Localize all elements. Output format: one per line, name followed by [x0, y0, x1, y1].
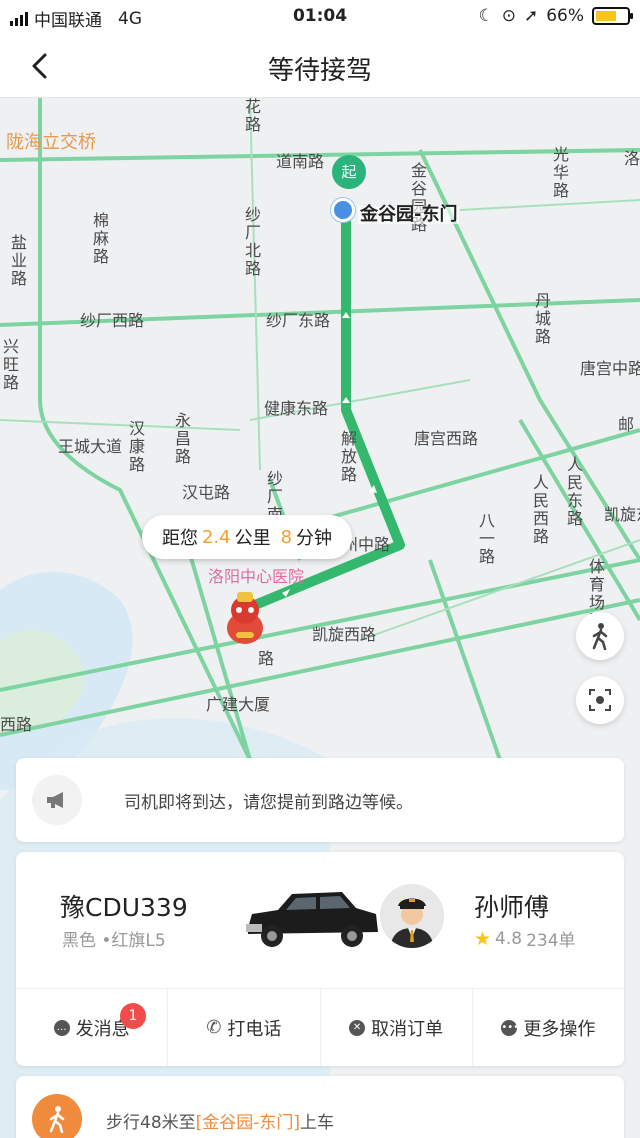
- driver-name: 孙师傅: [474, 893, 550, 922]
- map-label-luo: 洛: [624, 149, 640, 168]
- distance-value: 2.4: [201, 526, 231, 548]
- more-actions-button[interactable]: ••• 更多操作: [473, 989, 624, 1066]
- map-label-guanghua: 光华路: [552, 145, 569, 200]
- car-image: [246, 892, 378, 947]
- car-model: •红旗L5: [101, 931, 166, 951]
- status-bar: 中国联通 4G 01:04 ☾ ⊙ ➚ 66%: [0, 0, 640, 34]
- start-pin[interactable]: 起: [332, 155, 366, 189]
- message-badge: 1: [120, 1003, 146, 1029]
- walking-person-icon: [592, 623, 608, 650]
- map-label-bayi: 八一路: [478, 511, 495, 566]
- map-label-you: 邮: [618, 415, 635, 434]
- more-icon: •••: [501, 1019, 519, 1036]
- map-label-jiefang: 解放路: [340, 429, 357, 484]
- map-label-longhai: 陇海立交桥: [6, 132, 96, 153]
- send-message-button[interactable]: … 发消息 1: [16, 989, 169, 1066]
- map-label-hantun: 汉屯路: [182, 483, 231, 502]
- map-label-xilu: 西路: [0, 715, 33, 734]
- page-title: 等待接驾: [267, 56, 372, 86]
- driver-avatar-icon: [380, 884, 444, 948]
- map-label-hospital: 洛阳中心医院: [208, 567, 305, 586]
- moon-icon: ☾: [478, 6, 494, 26]
- map-label-lu: 路: [258, 649, 275, 668]
- current-location-dot: [331, 198, 355, 222]
- map-label-kaixuan-dong: 凯旋东路: [604, 505, 640, 524]
- battery-percent: 66%: [546, 6, 584, 26]
- notice-card: 司机即将到达，请您提前到路边等候。: [16, 758, 624, 842]
- rating-value: 4.8: [495, 928, 523, 949]
- nav-bar: 等待接驾: [0, 34, 640, 98]
- plate-number: 豫CDU339: [60, 893, 188, 922]
- order-count: 234单: [526, 931, 576, 951]
- map-label-tanggong-xi: 唐宫西路: [414, 429, 479, 448]
- megaphone-icon: [32, 775, 82, 825]
- driver-card: 豫CDU339 黑色 •红旗L5 孙师傅 ★ 4.8 234单 … 发消息 1 …: [16, 852, 624, 1066]
- distance-bubble: 距您 2.4 公里 8 分钟: [142, 515, 352, 559]
- walk-place: [金谷园-东门]: [195, 1113, 301, 1133]
- call-label: 打电话: [227, 1018, 282, 1040]
- status-right: ☾ ⊙ ➚ 66%: [478, 6, 633, 26]
- walk-card[interactable]: 步行48米至[金谷园-东门]上车: [16, 1076, 624, 1138]
- map-label-yanye: 盐业路: [10, 233, 27, 288]
- locate-crosshair-icon: [589, 689, 611, 711]
- map-label-shachang-dong: 纱厂东路: [266, 311, 331, 330]
- destination-label: 金谷园-东门: [358, 204, 460, 225]
- map-label-mianma: 棉麻路: [92, 211, 109, 266]
- distance-prefix: 距您: [161, 528, 198, 549]
- map-label-huahua: 花路: [244, 98, 261, 134]
- notice-text: 司机即将到达，请您提前到路边等候。: [124, 792, 413, 813]
- star-icon: ★: [474, 927, 492, 950]
- battery-icon: [592, 7, 633, 25]
- walk-prefix: 步行48米至: [106, 1113, 196, 1133]
- driver-actions: … 发消息 1 ✆ 打电话 ✕ 取消订单 ••• 更多操作: [16, 989, 624, 1066]
- map-label-daonan: 道南路: [276, 152, 325, 171]
- locate-button[interactable]: [576, 676, 624, 724]
- cancel-order-label: 取消订单: [371, 1018, 444, 1040]
- lion-car-marker-icon: [227, 592, 263, 644]
- message-icon: …: [53, 1019, 70, 1036]
- map-label-yongchang: 永昌路: [174, 411, 191, 466]
- map-label-jiankang-dong: 健康东路: [264, 399, 329, 418]
- driver-rating: ★ 4.8 234单: [474, 926, 576, 952]
- car-color: 黑色: [62, 931, 96, 951]
- eta-value: 8: [280, 526, 293, 548]
- walking-person-icon: [32, 1094, 82, 1138]
- phone-icon: ✆: [206, 1017, 222, 1038]
- driver-avatar[interactable]: [378, 882, 446, 950]
- cancel-icon: ✕: [349, 1019, 366, 1036]
- map-label-tanggong-zhong: 唐宫中路: [580, 359, 640, 378]
- more-actions-label: 更多操作: [523, 1018, 596, 1040]
- eta-unit: 分钟: [296, 528, 333, 549]
- walk-instruction: 步行48米至[金谷园-东门]上车: [106, 1108, 334, 1133]
- map-label-hankang: 汉康路: [128, 419, 145, 474]
- map-label-renmin-dong: 人民东路: [566, 455, 583, 528]
- location-arrow-icon: ➚: [523, 6, 539, 26]
- walk-navigation-button[interactable]: [576, 612, 624, 660]
- map-label-guangjian: 广建大厦: [206, 695, 271, 714]
- map-label-shachang-xi: 纱厂西路: [80, 311, 145, 330]
- map-label-shachang-bei: 纱厂北路: [244, 205, 261, 278]
- distance-unit: 公里: [234, 528, 271, 549]
- map-label-renmin-xi: 人民西路: [532, 473, 549, 546]
- map-label-xingwang: 兴旺路: [2, 337, 19, 392]
- map-label-kaixuan-xi: 凯旋西路: [312, 625, 377, 644]
- walk-suffix: 上车: [300, 1113, 335, 1133]
- cancel-order-button[interactable]: ✕ 取消订单: [321, 989, 473, 1066]
- car-description: 黑色 •红旗L5: [62, 926, 166, 951]
- map-label-dancheng: 丹城路: [534, 291, 551, 346]
- map-label-wangcheng: 王城大道: [58, 437, 123, 456]
- rotation-lock-icon: ⊙: [501, 6, 516, 26]
- call-button[interactable]: ✆ 打电话: [168, 989, 321, 1066]
